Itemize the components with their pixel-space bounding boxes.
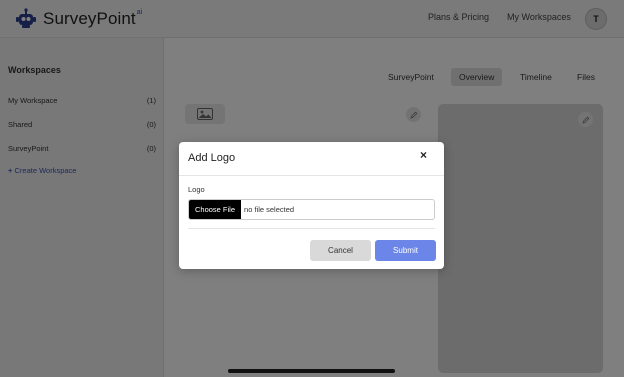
add-logo-dialog: Add Logo × Logo Choose File no file sele…: [179, 142, 444, 269]
logo-field-label: Logo: [188, 185, 205, 194]
cancel-button[interactable]: Cancel: [310, 240, 371, 261]
file-status-text: no file selected: [244, 205, 295, 214]
submit-button[interactable]: Submit: [375, 240, 436, 261]
choose-file-button[interactable]: Choose File: [189, 200, 242, 219]
close-icon[interactable]: ×: [420, 148, 427, 162]
dialog-title: Add Logo: [188, 152, 236, 164]
divider: [188, 228, 435, 229]
logo-file-input[interactable]: Choose File no file selected: [188, 199, 435, 220]
divider: [179, 175, 444, 176]
home-indicator: [228, 369, 395, 373]
